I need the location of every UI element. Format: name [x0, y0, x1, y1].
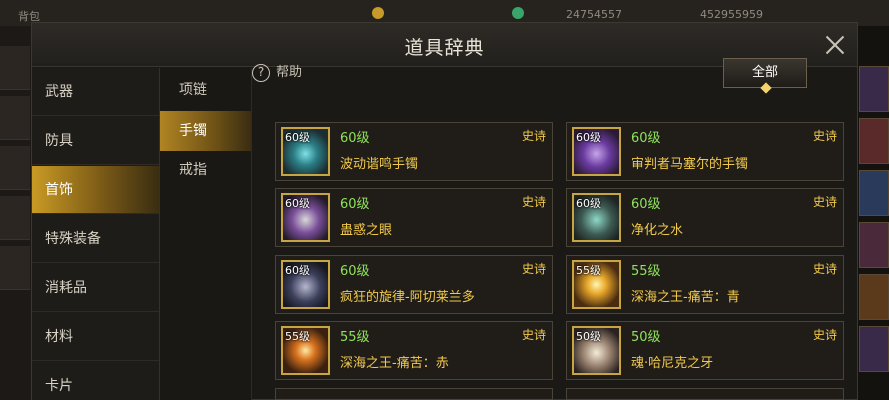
question-icon: ?	[252, 63, 270, 82]
category-accessory[interactable]: 首饰	[32, 166, 159, 214]
item-rarity: 史诗	[521, 129, 546, 143]
dialog-title: 道具辞典	[404, 37, 485, 59]
item-card[interactable]: 50级 50级 史诗 魂·哈尼克之牙	[566, 321, 844, 380]
subcategory-bracelet[interactable]: 手镯	[160, 111, 251, 151]
filter-all-button[interactable]: 全部	[723, 58, 807, 94]
game-screen: 背包 24754557 452955959 道具辞典 武器 防具 首饰 特殊装备…	[0, 0, 889, 400]
item-card[interactable]: 60级 60级 史诗 净化之水	[566, 188, 844, 247]
category-card[interactable]: 卡片	[32, 362, 159, 400]
background-left-panel	[0, 26, 32, 400]
category-list: 武器 防具 首饰 特殊装备 消耗品 材料 卡片	[32, 68, 160, 400]
purple-bracelet-icon: 60级	[572, 127, 621, 176]
subcategory-necklace[interactable]: 项链	[160, 70, 251, 110]
item-level: 55级	[631, 264, 661, 279]
category-armor[interactable]: 防具	[32, 117, 159, 165]
melody-bracelet-icon: 60级	[281, 260, 330, 309]
help-label: 帮助	[276, 65, 303, 80]
teal-bracelet-icon: 60级	[281, 127, 330, 176]
currency-amount-2: 452955959	[700, 8, 763, 21]
item-card[interactable]: 55级 55级 史诗 深海之王-痛苦：赤	[275, 321, 553, 380]
category-consumable[interactable]: 消耗品	[32, 264, 159, 312]
item-rarity: 史诗	[521, 328, 546, 342]
item-name: 审判者马塞尔的手镯	[631, 157, 749, 172]
item-card[interactable]: 60级 60级 史诗 审判者马塞尔的手镯	[566, 122, 844, 181]
item-rarity: 史诗	[812, 262, 837, 276]
gem-icon	[512, 7, 524, 19]
item-rarity: 史诗	[812, 195, 837, 209]
item-level: 60级	[631, 197, 661, 212]
item-name: 深海之王-痛苦：赤	[340, 356, 449, 371]
item-level: 60级	[631, 131, 661, 146]
item-level: 60级	[340, 264, 370, 279]
item-name: 波动谐鸣手镯	[340, 157, 419, 172]
category-weapon[interactable]: 武器	[32, 68, 159, 116]
item-name: 魂·哈尼克之牙	[631, 356, 714, 371]
background-right-panel	[857, 26, 889, 400]
subcategory-list: 项链 手镯 戒指	[160, 68, 252, 400]
item-name: 疯狂的旋律-阿切莱兰多	[340, 290, 475, 305]
close-icon[interactable]	[823, 33, 847, 57]
item-level: 50级	[631, 330, 661, 345]
item-card[interactable]: 55级 55级 史诗 深海之王-痛苦：青	[566, 255, 844, 314]
item-rarity: 史诗	[812, 129, 837, 143]
currency-amount-1: 24754557	[566, 8, 622, 21]
sea-king-blue-icon: 55级	[572, 260, 621, 309]
item-card-partial[interactable]	[566, 388, 844, 400]
gold-coin-icon	[372, 7, 384, 19]
item-level: 60级	[340, 131, 370, 146]
item-rarity: 史诗	[521, 195, 546, 209]
category-material[interactable]: 材料	[32, 313, 159, 361]
item-name: 蛊惑之眼	[340, 223, 393, 238]
subcategory-ring[interactable]: 戒指	[160, 150, 251, 190]
item-name: 深海之王-痛苦：青	[631, 290, 740, 305]
eye-bracelet-icon: 60级	[281, 193, 330, 242]
category-special-equipment[interactable]: 特殊装备	[32, 215, 159, 263]
item-card[interactable]: 60级 60级 史诗 蛊惑之眼	[275, 188, 553, 247]
item-rarity: 史诗	[521, 262, 546, 276]
help-button[interactable]: ? 帮助	[252, 61, 302, 82]
fang-bracelet-icon: 50级	[572, 326, 621, 375]
item-rarity: 史诗	[812, 328, 837, 342]
water-bracelet-icon: 60级	[572, 193, 621, 242]
item-card[interactable]: 60级 60级 史诗 波动谐鸣手镯	[275, 122, 553, 181]
sea-king-red-icon: 55级	[281, 326, 330, 375]
item-card-partial[interactable]	[275, 388, 553, 400]
item-card[interactable]: 60级 60级 史诗 疯狂的旋律-阿切莱兰多	[275, 255, 553, 314]
item-name: 净化之水	[631, 223, 684, 238]
item-level: 60级	[340, 197, 370, 212]
item-level: 55级	[340, 330, 370, 345]
filter-all-label: 全部	[751, 65, 778, 80]
